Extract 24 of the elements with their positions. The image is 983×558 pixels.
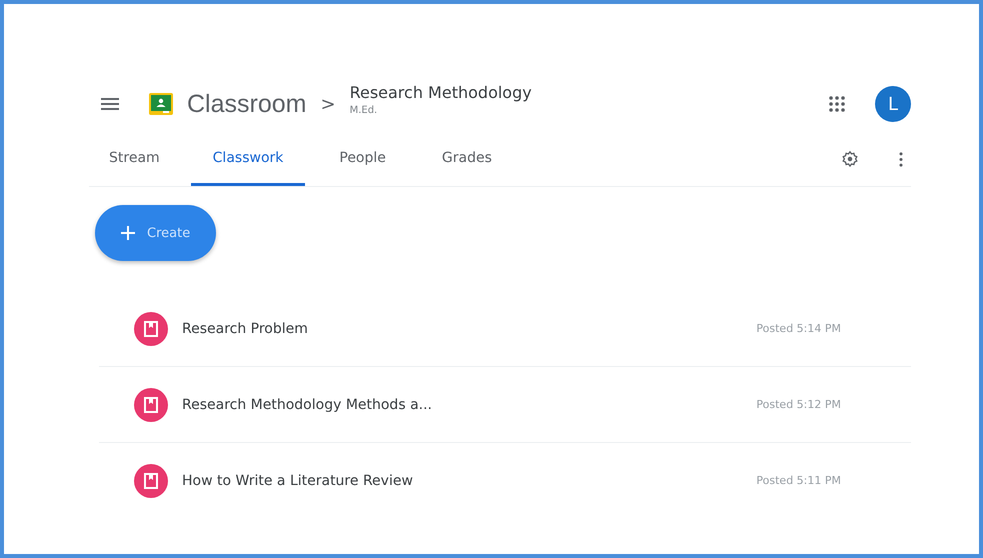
account-avatar[interactable]: L <box>875 86 911 122</box>
tab[interactable]: Grades <box>420 150 514 186</box>
assignment-icon <box>134 388 168 422</box>
tab[interactable]: Stream <box>89 150 182 186</box>
more-options-icon[interactable] <box>899 152 903 166</box>
assignment-title[interactable]: Research Problem <box>182 320 756 336</box>
assignment-title[interactable]: How to Write a Literature Review <box>182 472 756 488</box>
plus-icon <box>121 226 135 240</box>
apps-grid-icon[interactable] <box>829 96 845 112</box>
tab[interactable]: Classwork <box>190 150 306 186</box>
posted-time: Posted 5:14 PM <box>756 322 841 335</box>
posted-time: Posted 5:12 PM <box>756 398 841 411</box>
tab[interactable]: People <box>317 150 408 186</box>
app-name[interactable]: Classroom <box>187 90 306 118</box>
course-title[interactable]: Research Methodology <box>350 82 532 102</box>
assignment-icon <box>134 464 168 498</box>
posted-time: Posted 5:11 PM <box>756 474 841 487</box>
course-section: M.Ed. <box>350 104 532 116</box>
assignment-title[interactable]: Research Methodology Methods a... <box>182 396 756 412</box>
breadcrumb-separator: > <box>320 94 336 114</box>
menu-icon[interactable] <box>101 98 119 110</box>
assignment-icon <box>134 312 168 346</box>
settings-icon[interactable] <box>841 150 859 168</box>
classroom-logo-icon[interactable] <box>149 93 173 115</box>
